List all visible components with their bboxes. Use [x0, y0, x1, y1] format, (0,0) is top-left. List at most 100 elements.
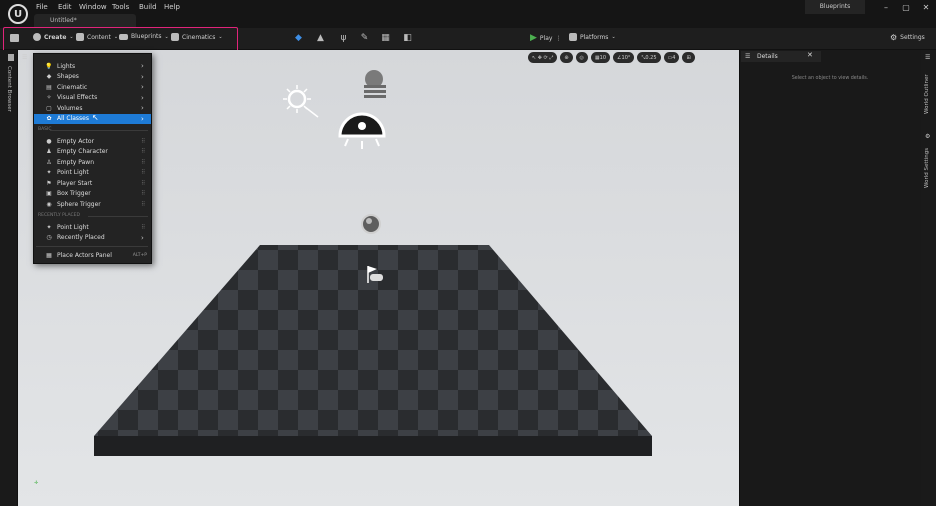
minimize-button[interactable]: –	[877, 3, 895, 12]
drag-handle-icon[interactable]: ⠿	[141, 169, 151, 176]
chevron-right-icon: ›	[141, 114, 144, 123]
platforms-icon	[569, 33, 577, 41]
scale-snap[interactable]: ⤡ 0.25	[637, 52, 661, 63]
menu-item-sphere-trigger[interactable]: ◉ Sphere Trigger ⠿	[34, 199, 151, 210]
hamburger-icon[interactable]: ☰	[22, 54, 27, 61]
platforms-button[interactable]: Platforms ⌄	[569, 33, 616, 41]
world-settings-tab[interactable]: World Settings	[924, 143, 930, 188]
clock-icon: ◷	[46, 234, 52, 242]
menu-item-label: Cinematic	[57, 83, 88, 91]
chevron-right-icon: ›	[141, 93, 144, 102]
menu-item-label: Empty Pawn	[57, 158, 94, 166]
menu-build[interactable]: Build	[139, 3, 157, 11]
content-browser-icon[interactable]	[8, 54, 14, 61]
viewport-layout-icon[interactable]: ⊞	[682, 52, 695, 63]
close-button[interactable]: ✕	[917, 3, 935, 12]
menu-item-label: Volumes	[57, 104, 83, 112]
menu-item-lights[interactable]: 💡 Lights ›	[34, 61, 151, 72]
divider	[36, 246, 148, 247]
settings-button[interactable]: ⚙ Settings	[890, 33, 925, 42]
menu-item-recent-point-light[interactable]: ✦ Point Light ⠿	[34, 222, 151, 233]
rotation-snap-value: 10°	[621, 54, 631, 61]
details-tab-label: Details	[757, 53, 778, 60]
menu-item-cinematic[interactable]: ▤ Cinematic ›	[34, 82, 151, 93]
camera-speed-value: 4	[672, 54, 676, 61]
menu-item-place-actors-panel[interactable]: ▦ Place Actors Panel ALT+P	[34, 250, 151, 261]
menu-item-label: Player Start	[57, 179, 93, 187]
drag-handle-icon[interactable]: ⠿	[141, 224, 151, 231]
menu-item-shapes[interactable]: ◆ Shapes ›	[34, 72, 151, 83]
left-side-strip	[0, 50, 18, 506]
camera-speed[interactable]: ▭ 4	[663, 52, 680, 63]
divider	[50, 130, 148, 131]
drag-handle-icon[interactable]: ⠿	[141, 159, 151, 166]
floor-front-edge	[94, 436, 652, 456]
more-options-icon: ⋮	[555, 34, 562, 42]
menu-window[interactable]: Window	[79, 3, 107, 11]
shapes-icon: ◆	[46, 73, 52, 81]
menu-item-label: Shapes	[57, 73, 79, 81]
menu-item-box-trigger[interactable]: ▣ Box Trigger ⠿	[34, 189, 151, 200]
mesh-paint-mode-icon[interactable]: ✎	[359, 33, 370, 43]
landscape-mode-icon[interactable]: ▲	[315, 33, 326, 43]
character-icon: ♟	[46, 148, 52, 156]
fracture-mode-icon[interactable]: ▦	[380, 33, 391, 43]
drag-handle-icon[interactable]: ⠿	[141, 138, 151, 145]
menu-edit[interactable]: Edit	[58, 3, 72, 11]
settings-label: Settings	[900, 34, 925, 41]
foliage-mode-icon[interactable]: ψ	[338, 33, 349, 43]
transform-tools[interactable]: ↖ ✥ ⟳ ⤢	[528, 52, 558, 63]
drag-handle-icon[interactable]: ⠿	[141, 180, 151, 187]
menu-item-empty-character[interactable]: ♟ Empty Character ⠿	[34, 147, 151, 158]
volume-icon: ▢	[46, 104, 52, 112]
menu-item-volumes[interactable]: ▢ Volumes ›	[34, 103, 151, 114]
sphere-reflection-icon	[361, 214, 381, 234]
unreal-logo-icon[interactable]: U	[8, 4, 28, 24]
drag-handle-icon[interactable]: ⠿	[141, 148, 151, 155]
menu-item-player-start[interactable]: ⚑ Player Start ⠿	[34, 178, 151, 189]
chevron-down-icon: ⌄	[611, 34, 616, 40]
rotation-snap[interactable]: ∠ 10°	[613, 52, 635, 63]
menu-file[interactable]: File	[36, 3, 48, 11]
chevron-right-icon: ›	[141, 62, 144, 71]
details-panel	[739, 50, 921, 506]
content-browser-tab[interactable]: Content Browser	[6, 66, 12, 116]
menu-item-label: Recently Placed	[57, 234, 105, 242]
menu-item-label: Sphere Trigger	[57, 200, 101, 208]
maximize-button[interactable]: ▢	[897, 3, 915, 12]
platforms-label: Platforms	[580, 33, 609, 41]
grid-snap[interactable]: ▦ 10	[590, 52, 611, 63]
drag-handle-icon[interactable]: ⠿	[141, 190, 151, 197]
menu-item-label: Empty Character	[57, 148, 108, 156]
divider	[88, 216, 148, 217]
cinematic-icon: ▤	[46, 83, 52, 91]
chevron-right-icon: ›	[141, 83, 144, 92]
menu-item-visual-effects[interactable]: ✧ Visual Effects ›	[34, 93, 151, 104]
recently-placed-header: RECENTLY PLACED	[38, 213, 80, 218]
place-actors-icon: ▦	[46, 251, 52, 259]
world-local-icon[interactable]: ⊕	[560, 52, 573, 63]
surface-snap-icon[interactable]: ◎	[575, 52, 588, 63]
floor-plane	[94, 245, 652, 436]
play-button[interactable]: ▶ Play ⋮	[530, 33, 561, 43]
document-tab[interactable]: Untitled*	[34, 14, 136, 28]
menu-item-label: Empty Actor	[57, 137, 95, 145]
right-side-strip	[921, 50, 936, 506]
menu-help[interactable]: Help	[164, 3, 180, 11]
brush-edit-mode-icon[interactable]: ◧	[402, 33, 413, 43]
world-outliner-tab[interactable]: World Outliner	[924, 64, 930, 114]
menu-item-recently-placed[interactable]: ◷ Recently Placed ›	[34, 233, 151, 244]
blueprints-tab[interactable]: Blueprints	[805, 0, 865, 14]
point-light-icon: ✦	[46, 223, 52, 231]
select-mode-icon[interactable]: ◆	[293, 33, 304, 43]
sun-icon	[283, 85, 319, 118]
menu-item-label: Point Light	[57, 223, 89, 231]
close-icon[interactable]: ✕	[807, 51, 813, 59]
menu-item-label: All Classes	[57, 115, 89, 123]
menu-item-label: Place Actors Panel	[57, 251, 112, 259]
drag-handle-icon[interactable]: ⠿	[141, 201, 151, 208]
menu-item-empty-actor[interactable]: ● Empty Actor ⠿	[34, 136, 151, 147]
menu-tools[interactable]: Tools	[112, 3, 129, 11]
menu-item-empty-pawn[interactable]: ♙ Empty Pawn ⠿	[34, 157, 151, 168]
menu-item-point-light[interactable]: ✦ Point Light ⠿	[34, 168, 151, 179]
